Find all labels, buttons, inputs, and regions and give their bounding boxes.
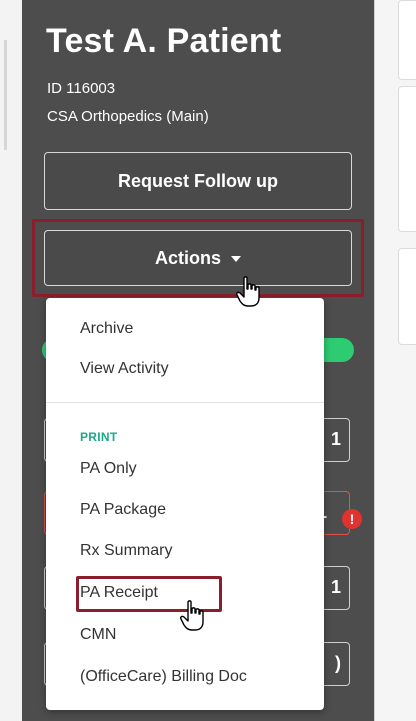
patient-name: Test A. Patient bbox=[46, 22, 282, 60]
request-follow-up-label: Request Follow up bbox=[118, 170, 278, 191]
item-count: ) bbox=[335, 653, 341, 673]
left-edge-strip bbox=[0, 0, 22, 721]
content-divider bbox=[374, 0, 375, 721]
content-card bbox=[398, 0, 416, 80]
menu-item-pa-package[interactable]: PA Package bbox=[80, 501, 166, 519]
item-count: 1 bbox=[330, 429, 341, 449]
patient-id: ID 116003 bbox=[47, 80, 116, 97]
menu-item-cmn[interactable]: CMN bbox=[80, 626, 116, 644]
content-card bbox=[398, 86, 416, 232]
menu-item-pa-receipt[interactable]: PA Receipt bbox=[80, 584, 158, 602]
item-count: 1 bbox=[330, 577, 341, 597]
patient-clinic: CSA Orthopedics (Main) bbox=[47, 108, 209, 125]
hand-pointer-icon bbox=[180, 600, 204, 631]
hand-pointer-icon bbox=[236, 276, 260, 307]
caret-down-icon bbox=[231, 256, 241, 262]
actions-dropdown-menu: Archive View Activity PRINT PA Only PA P… bbox=[46, 298, 324, 710]
content-card bbox=[398, 248, 416, 345]
actions-label: Actions bbox=[154, 247, 221, 268]
exclamation-icon: ! bbox=[342, 509, 362, 529]
left-edge-marker bbox=[4, 40, 7, 150]
request-follow-up-button[interactable]: Request Follow up bbox=[44, 152, 352, 210]
menu-section-print-header: PRINT bbox=[80, 430, 118, 444]
menu-item-officecare-billing-doc[interactable]: (OfficeCare) Billing Doc bbox=[80, 668, 247, 686]
menu-item-view-activity[interactable]: View Activity bbox=[80, 360, 169, 378]
menu-item-pa-only[interactable]: PA Only bbox=[80, 460, 137, 478]
main-content-area bbox=[374, 0, 416, 721]
menu-item-archive[interactable]: Archive bbox=[80, 320, 133, 338]
menu-item-rx-summary[interactable]: Rx Summary bbox=[80, 542, 172, 560]
patient-sidebar: Test A. Patient ID 116003 CSA Orthopedic… bbox=[22, 0, 374, 721]
actions-button[interactable]: Actions bbox=[44, 230, 352, 286]
menu-divider bbox=[46, 402, 324, 403]
page: Test A. Patient ID 116003 CSA Orthopedic… bbox=[0, 0, 416, 721]
